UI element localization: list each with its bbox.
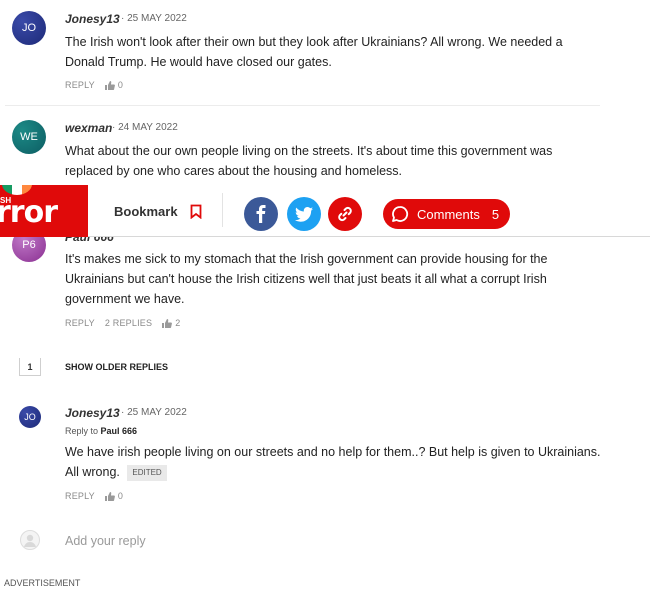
comments-button[interactable]: Comments 5: [383, 199, 510, 229]
avatar: JO: [12, 11, 46, 45]
reply-button[interactable]: REPLY: [65, 491, 95, 501]
thumbs-up-icon: [104, 491, 115, 501]
comments-count: 5: [491, 206, 500, 222]
link-icon: [338, 206, 352, 222]
like-button[interactable]: 0: [104, 491, 124, 501]
comment-text-line: Ukrainians but can't house the Irish cit…: [65, 272, 547, 286]
show-older-replies-button[interactable]: SHOW OLDER REPLIES: [65, 362, 168, 372]
comment-date: · 25 MAY 2022: [121, 407, 187, 418]
reply-button[interactable]: REPLY: [65, 80, 95, 90]
twitter-share-button[interactable]: [287, 197, 321, 231]
comment-meta: REPLY 2 REPLIES 2: [65, 318, 180, 328]
facebook-icon: [256, 205, 266, 223]
comment-text: We have irish people living on our stree…: [65, 442, 625, 482]
bookmark-button[interactable]: Bookmark: [114, 204, 202, 219]
thumbs-up-icon: [162, 318, 173, 328]
comment-text-line: It's makes me sick to my stomach that th…: [65, 252, 548, 266]
comment-meta: REPLY 0: [65, 491, 123, 501]
add-reply-input[interactable]: Add your reply: [65, 534, 146, 548]
replies-toggle[interactable]: 2 REPLIES: [105, 318, 152, 328]
like-count: 0: [117, 80, 124, 90]
thumbs-up-icon: [104, 80, 115, 90]
edited-badge: EDITED: [127, 464, 167, 481]
bookmark-icon: [190, 204, 201, 219]
comment-text-line: government we have.: [65, 292, 185, 306]
comment-date: · 24 MAY 2022: [112, 122, 178, 133]
logo[interactable]: SH rror: [0, 185, 88, 237]
thread-count-badge: 1: [19, 358, 41, 376]
reply-to-prefix: Reply to: [65, 426, 101, 436]
reply-to-name[interactable]: Paul 666: [101, 426, 138, 436]
logo-text: rror: [0, 195, 58, 230]
comment-date: · 25 MAY 2022: [121, 13, 187, 24]
like-button[interactable]: 0: [104, 80, 124, 90]
comment-author[interactable]: Jonesy13: [65, 12, 120, 26]
divider: [222, 193, 223, 227]
reply-button[interactable]: REPLY: [65, 318, 95, 328]
reply-to-line: Reply to Paul 666: [65, 426, 137, 436]
like-count: 0: [117, 491, 124, 501]
user-avatar-placeholder-icon: [20, 530, 40, 550]
flag-icon: [2, 185, 32, 195]
advertisement-label: ADVERTISEMENT: [4, 578, 81, 588]
comment-text-line: Donald Trump. He would have closed our g…: [65, 55, 332, 69]
like-button[interactable]: 2: [162, 318, 180, 328]
speech-bubble-icon: [392, 206, 409, 222]
comment-text: It's makes me sick to my stomach that th…: [65, 249, 605, 309]
bookmark-label: Bookmark: [114, 204, 178, 219]
comment-meta: REPLY 0: [65, 80, 123, 90]
comment-text: What about the our own people living on …: [65, 141, 605, 181]
comment-text-line: All wrong. EDITED: [65, 462, 625, 482]
avatar: WE: [12, 120, 46, 154]
twitter-icon: [295, 206, 313, 222]
avatar: JO: [19, 406, 41, 428]
like-count: 2: [175, 318, 181, 328]
sticky-share-bar: SH rror Bookmark Comments 5: [0, 185, 650, 237]
comment-text-end: All wrong.: [65, 465, 120, 479]
facebook-share-button[interactable]: [244, 197, 278, 231]
comment-text-line: The Irish won't look after their own but…: [65, 35, 563, 49]
comment-text: The Irish won't look after their own but…: [65, 32, 605, 72]
comment-text-line: We have irish people living on our stree…: [65, 445, 601, 459]
comment-author[interactable]: wexman: [65, 121, 112, 135]
comment-text-line: What about the our own people living on …: [65, 144, 553, 158]
comments-label: Comments: [417, 206, 480, 222]
copy-link-button[interactable]: [328, 197, 362, 231]
divider: [5, 105, 600, 106]
comment-author[interactable]: Jonesy13: [65, 406, 120, 420]
comment-text-line: replaced by one who cares about the hous…: [65, 164, 403, 178]
